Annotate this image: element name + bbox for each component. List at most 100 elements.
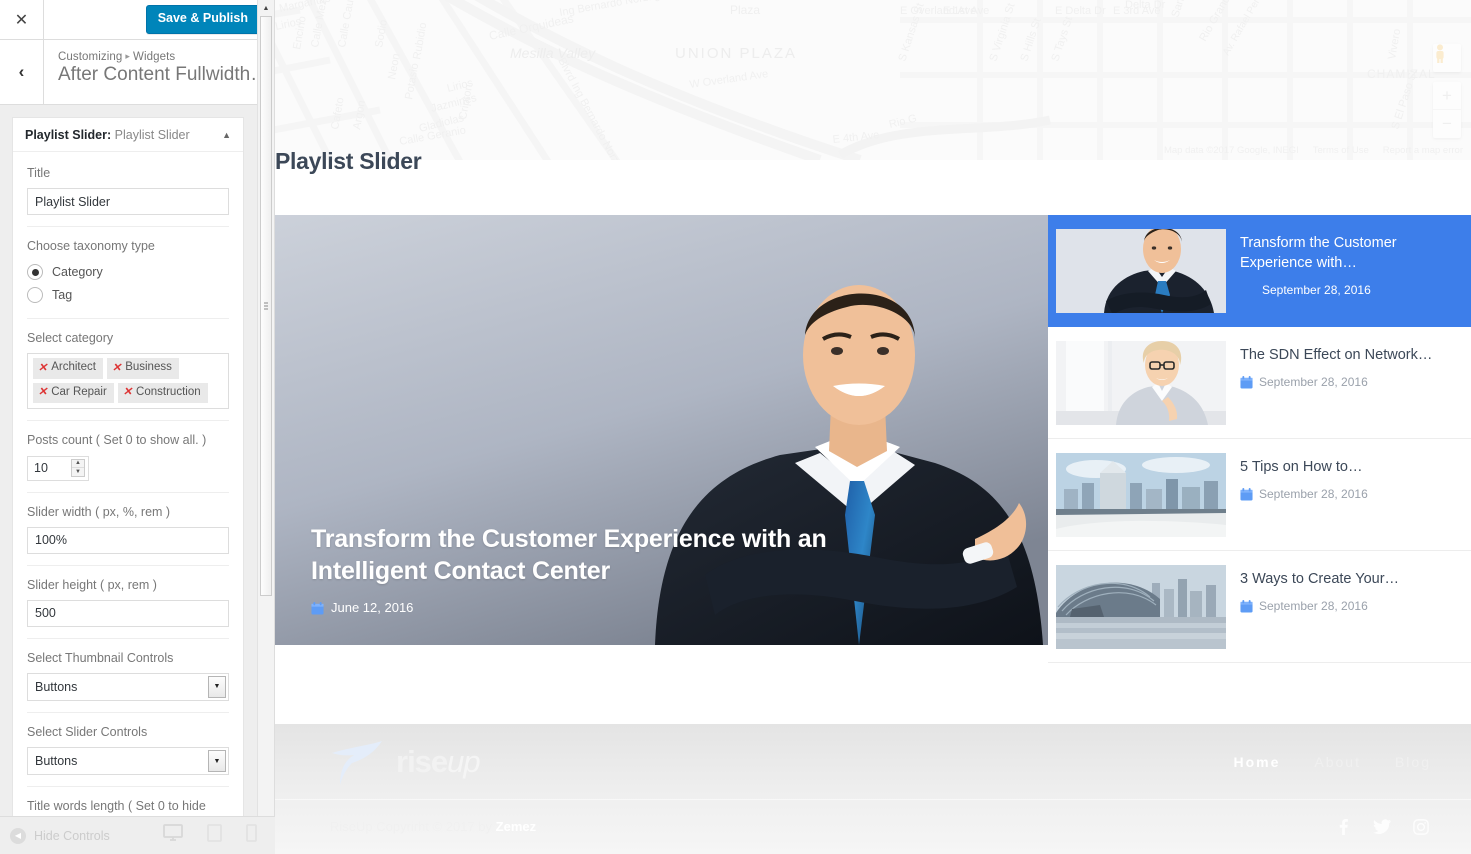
instagram-icon[interactable] [1413,818,1429,835]
hide-controls-button[interactable]: ◀ Hide Controls [0,827,110,844]
radio-button-tag[interactable] [27,287,43,304]
radio-label-tag: Tag [52,288,73,303]
collapse-arrow-icon[interactable]: ◀ [10,827,26,844]
chevron-up-icon[interactable]: ▲ [222,130,231,140]
svg-text:Delta Dr: Delta Dr [1125,0,1166,11]
posts-count-stepper[interactable]: ▲▼ [27,455,89,481]
category-tag-list[interactable]: ✕ Architect ✕ Business ✕ Car Repair ✕ Constr… [27,353,229,410]
scroll-up-arrow-icon[interactable]: ▲ [258,0,274,16]
widget-title: Playlist Slider: Playlist Slider [25,128,190,142]
list-item-date-text: September 28, 2016 [1259,599,1368,613]
zoom-out-button[interactable]: − [1433,110,1461,138]
mobile-icon[interactable] [246,824,257,847]
copyright-brand: Zemez [495,819,537,834]
footer-nav-about[interactable]: About [1314,754,1361,770]
field-label-title-words: Title words length ( Set 0 to hide title… [27,799,206,814]
google-map[interactable]: Calle Orquideas Ing Bernardo Norzagaray … [275,0,1471,160]
widget-playlist-slider: Playlist Slider: Playlist Slider ▲ Title… [12,117,244,816]
slider-controls-select[interactable]: Buttons ▼ [27,747,229,776]
calendar-icon [1240,376,1253,389]
map-zoom-controls[interactable]: + − [1433,82,1461,138]
slider-controls-value: Buttons [35,754,78,769]
facebook-icon[interactable] [1336,818,1351,835]
customizer-topbar: ✕ Save & Publish [0,0,274,40]
list-item[interactable]: 3 Ways to Create Your… September 28, 201… [1048,551,1471,663]
slider-featured-slide[interactable]: Transform the Customer Experience with a… [275,215,1048,645]
street-view-pegman-icon[interactable] [1433,44,1461,72]
field-label-posts-count: Posts count ( Set 0 to show all. ) [27,433,207,448]
list-item-date: September 28, 2016 [1240,599,1399,613]
slider-height-input[interactable] [27,599,229,627]
site-footer: riseup Home About Blog RiseUp Copyrirht … [275,724,1471,854]
breadcrumb: Customizing ▸ Widgets [58,51,269,63]
map-terms-link[interactable]: Terms of Use [1313,145,1369,156]
field-label-title: Title [27,166,51,180]
field-label-slider-width: Slider width ( px, %, rem ) [27,504,171,519]
thumbnail-image-businesswoman [1056,341,1226,425]
category-tag[interactable]: ✕ Business [106,358,179,379]
svg-text:UNION PLAZA: UNION PLAZA [675,45,797,62]
logo-light: up [447,743,480,779]
field-label-thumbnail-controls: Select Thumbnail Controls [27,650,174,665]
list-item[interactable]: 5 Tips on How to… September 28, 2016 [1048,439,1471,551]
map-report-link[interactable]: Report a map error [1383,145,1463,156]
app-root: Calle Orquideas Ing Bernardo Norzagaray … [0,0,1471,854]
stepper-up-icon[interactable]: ▲ [72,460,84,469]
remove-icon[interactable]: ✕ [123,385,132,400]
copyright-prefix: RiseUp Copyrirht © 2017 by [330,819,496,834]
field-title-words-length: Title words length ( Set 0 to hide title… [27,787,229,816]
list-item-text: 5 Tips on How to… September 28, 2016 [1240,453,1368,501]
map-tiles: Calle Orquideas Ing Bernardo Norzagaray … [275,0,1471,160]
chevron-down-icon[interactable]: ▼ [208,750,226,773]
thumbnail-controls-select[interactable]: Buttons ▼ [27,672,229,701]
list-item-date-text: September 28, 2016 [1262,283,1371,297]
field-slider-height: Slider height ( px, rem ) [27,566,229,639]
tablet-icon[interactable] [207,824,222,847]
slider-width-input[interactable] [27,526,229,554]
thumbnail-image-cityscape [1056,453,1226,537]
customizer-scrollbar[interactable]: ▲ ▼ [257,0,274,854]
radio-button-category[interactable] [27,264,43,281]
site-logo[interactable]: riseup [330,739,481,785]
save-and-publish-button[interactable]: Save & Publish [145,5,260,34]
remove-icon[interactable]: ✕ [112,361,121,376]
customizer-section-header: ‹ Customizing ▸ Widgets After Content Full… [0,40,274,105]
breadcrumb-section: Widgets [133,51,176,63]
list-item-date: September 28, 2016 [1240,375,1432,389]
footer-nav-blog[interactable]: Blog [1395,754,1431,770]
scrollbar-thumb[interactable] [260,16,272,596]
list-item-date-text: September 28, 2016 [1259,487,1368,501]
remove-icon[interactable]: ✕ [38,361,47,376]
scrollbar-track[interactable] [258,16,274,838]
twitter-icon[interactable] [1373,818,1391,835]
scrollbar-grip-icon [264,302,268,310]
desktop-icon[interactable] [163,824,183,847]
svg-text:Mesilla Valley: Mesilla Valley [510,45,596,61]
footer-nav: Home About Blog [1233,754,1431,770]
close-icon[interactable]: ✕ [0,0,44,39]
radio-option-tag[interactable]: Tag [27,284,229,307]
chevron-down-icon[interactable]: ▼ [208,675,226,698]
back-chevron-icon[interactable]: ‹ [0,40,44,104]
category-tag[interactable]: ✕ Construction [117,382,208,404]
list-item-title: 5 Tips on How to… [1240,459,1363,475]
calendar-icon [1240,488,1253,501]
zoom-in-button[interactable]: + [1433,82,1461,110]
category-tag[interactable]: ✕ Architect [33,358,103,379]
widget-header[interactable]: Playlist Slider: Playlist Slider ▲ [13,118,243,152]
title-input[interactable] [27,188,229,216]
category-tag-label: Architect [51,361,96,374]
device-preview-switcher [163,824,275,847]
category-tag[interactable]: ✕ Car Repair [33,382,114,404]
radio-option-category[interactable]: Category [27,261,229,284]
list-item[interactable]: Transform the Customer Experience with… … [1048,215,1471,327]
remove-icon[interactable]: ✕ [38,385,47,400]
field-thumbnail-controls: Select Thumbnail Controls Buttons ▼ [27,639,229,713]
footer-nav-home[interactable]: Home [1233,754,1280,770]
field-taxonomy-type: Choose taxonomy type Category Tag [27,227,229,320]
list-item-title: Transform the Customer Experience with… [1240,235,1397,271]
stepper-arrows[interactable]: ▲ ▼ [71,458,85,477]
stepper-down-icon[interactable]: ▼ [72,468,84,476]
list-item[interactable]: The SDN Effect on Network… September 28,… [1048,327,1471,439]
list-item-date-text: September 28, 2016 [1259,375,1368,389]
